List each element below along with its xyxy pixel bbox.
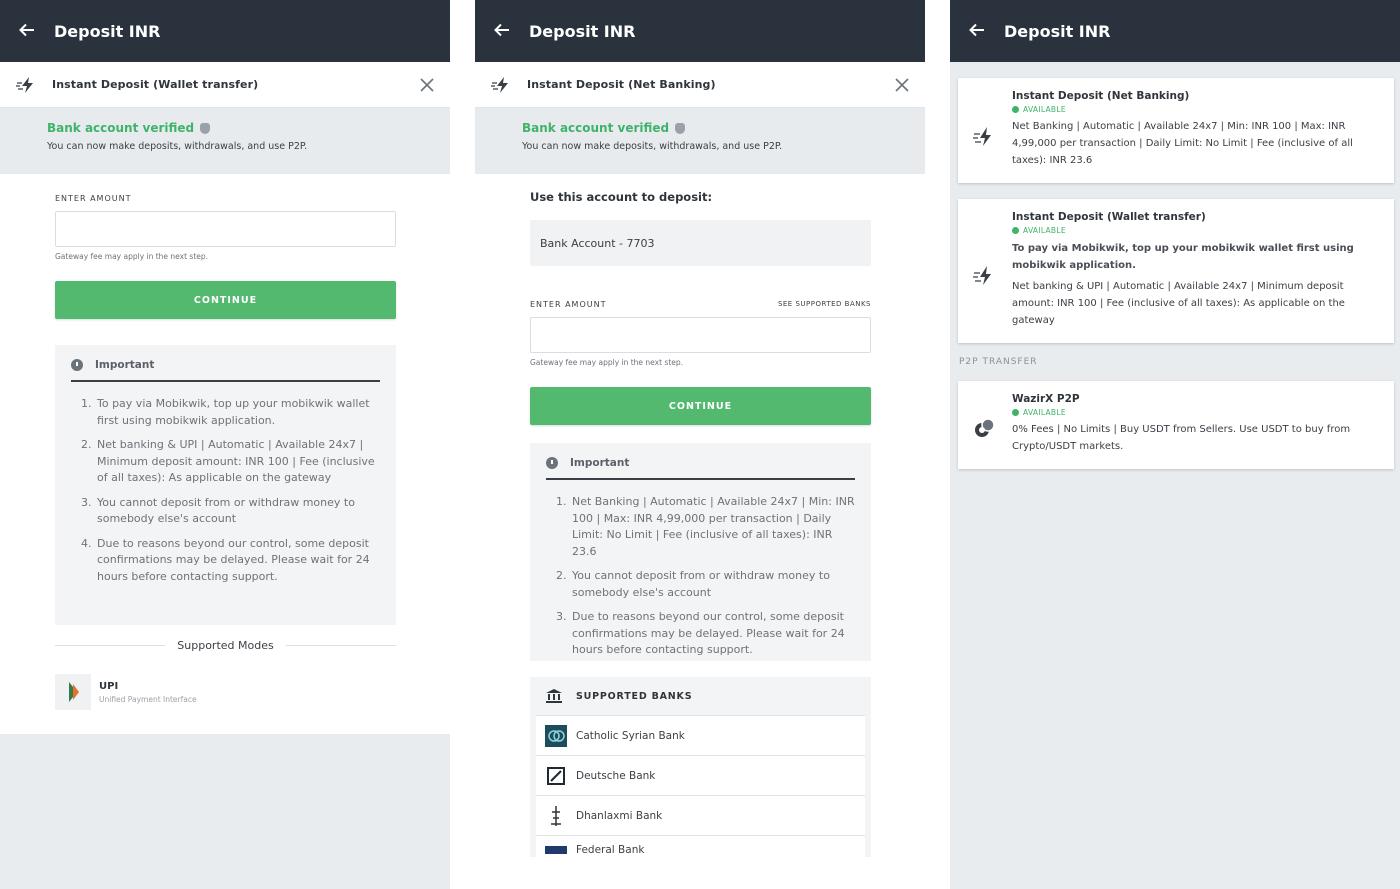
catholic-syrian-bank-logo-icon — [544, 724, 568, 747]
dhanlaxmi-bank-logo-icon — [544, 805, 568, 827]
status-dot-icon — [1012, 227, 1019, 234]
page-title: Deposit INR — [1004, 21, 1111, 41]
supported-modes-title: Supported Modes — [177, 639, 274, 652]
p2p-icon — [975, 418, 995, 437]
card-description: Net Banking | Automatic | Available 24x7… — [1012, 121, 1353, 166]
verified-banner: Bank account verified You can now make d… — [0, 108, 450, 174]
bank-name: Dhanlaxmi Bank — [576, 809, 663, 822]
banks-title: SUPPORTED BANKS — [576, 690, 693, 702]
close-icon[interactable] — [893, 76, 911, 94]
see-supported-banks-link[interactable]: SEE SUPPORTED BANKS — [778, 300, 871, 309]
deposit-mode-card-net-banking[interactable]: Instant Deposit (Net Banking) AVAILABLE … — [958, 78, 1394, 183]
important-list: To pay via Mobikwik, top up your mobikwi… — [95, 396, 380, 585]
important-title: Important — [570, 457, 630, 469]
important-box: Important To pay via Mobikwik, top up yo… — [55, 345, 396, 625]
p2p-section-header: P2P TRANSFER — [959, 357, 1038, 367]
back-arrow-icon[interactable] — [968, 21, 988, 41]
bank-name: Catholic Syrian Bank — [576, 729, 685, 742]
bank-item[interactable]: Dhanlaxmi Bank — [536, 795, 865, 835]
continue-button[interactable]: CONTINUE — [55, 281, 396, 319]
amount-label: ENTER AMOUNT — [55, 194, 132, 203]
amount-input[interactable] — [530, 317, 871, 353]
list-item: You cannot deposit from or withdraw mone… — [570, 568, 855, 601]
top-bar: Deposit INR — [0, 0, 450, 62]
gateway-note: Gateway fee may apply in the next step. — [55, 252, 209, 261]
bank-name: Federal Bank — [576, 844, 645, 856]
lightning-icon — [973, 266, 991, 285]
supported-banks-list: SUPPORTED BANKS Catholic Syrian Bank Deu… — [530, 677, 871, 857]
page-title: Deposit INR — [54, 21, 161, 41]
lightning-icon — [973, 127, 991, 146]
panel-wallet-transfer: Deposit INR Instant Deposit (Wallet tran… — [0, 0, 450, 889]
close-icon[interactable] — [418, 76, 436, 94]
bank-item[interactable]: Deutsche Bank — [536, 755, 865, 795]
list-item: To pay via Mobikwik, top up your mobikwi… — [95, 396, 380, 429]
upi-name: UPI — [99, 680, 119, 692]
important-title: Important — [95, 359, 155, 371]
status-dot-icon — [1012, 106, 1019, 113]
upi-subtitle: Unified Payment Interface — [99, 694, 197, 704]
lightning-icon — [491, 76, 508, 93]
info-icon — [71, 359, 83, 371]
list-item: You cannot deposit from or withdraw mone… — [95, 495, 380, 528]
important-box: Important Net Banking | Automatic | Avai… — [530, 443, 871, 661]
mode-title: Instant Deposit (Net Banking) — [527, 78, 716, 91]
card-description: Net banking & UPI | Automatic | Availabl… — [1012, 281, 1345, 326]
back-arrow-icon[interactable] — [493, 21, 513, 41]
use-account-label: Use this account to deposit: — [530, 190, 713, 204]
deposit-mode-card-p2p[interactable]: WazirX P2P AVAILABLE 0% Fees | No Limits… — [958, 381, 1394, 469]
info-icon — [546, 457, 558, 469]
top-bar: Deposit INR — [950, 0, 1400, 62]
gateway-note: Gateway fee may apply in the next step. — [530, 358, 684, 367]
list-item: Net Banking | Automatic | Available 24x7… — [570, 494, 855, 560]
upi-mode[interactable]: UPI Unified Payment Interface — [55, 674, 450, 710]
panel-net-banking: Deposit INR Instant Deposit (Net Banking… — [475, 0, 925, 889]
page-title: Deposit INR — [529, 21, 636, 41]
verified-title: Bank account verified — [522, 121, 670, 135]
deposit-mode-card-wallet-transfer[interactable]: Instant Deposit (Wallet transfer) AVAILA… — [958, 199, 1394, 343]
status-badge: AVAILABLE — [1023, 226, 1066, 235]
account-value: Bank Account - 7703 — [540, 236, 655, 250]
deposit-form: Use this account to deposit: Bank Accoun… — [475, 174, 925, 889]
card-title: Instant Deposit (Wallet transfer) — [1012, 211, 1206, 223]
supported-modes-divider: Supported Modes — [55, 639, 396, 652]
bank-icon — [546, 689, 562, 703]
status-badge: AVAILABLE — [1023, 105, 1066, 114]
verified-title: Bank account verified — [47, 121, 195, 135]
upi-icon — [55, 674, 91, 710]
card-title: WazirX P2P — [1012, 393, 1080, 405]
verified-subtitle: You can now make deposits, withdrawals, … — [522, 141, 783, 152]
verified-subtitle: You can now make deposits, withdrawals, … — [47, 141, 308, 152]
federal-bank-logo-icon — [544, 844, 568, 856]
mode-header: Instant Deposit (Net Banking) — [475, 62, 925, 108]
deutsche-bank-logo-icon — [544, 765, 568, 787]
mode-title: Instant Deposit (Wallet transfer) — [52, 78, 259, 91]
shield-icon — [675, 122, 686, 134]
card-note: To pay via Mobikwik, top up your mobikwi… — [1012, 243, 1354, 271]
shield-icon — [200, 122, 211, 134]
card-description: 0% Fees | No Limits | Buy USDT from Sell… — [1012, 424, 1351, 452]
list-item: Due to reasons beyond our control, some … — [570, 609, 855, 659]
status-dot-icon — [1012, 409, 1019, 416]
mode-header: Instant Deposit (Wallet transfer) — [0, 62, 450, 108]
status-badge: AVAILABLE — [1023, 408, 1066, 417]
lightning-icon — [16, 76, 33, 93]
continue-button[interactable]: CONTINUE — [530, 387, 871, 425]
important-list: Net Banking | Automatic | Available 24x7… — [570, 494, 855, 659]
bank-item[interactable]: Catholic Syrian Bank — [536, 715, 865, 755]
card-title: Instant Deposit (Net Banking) — [1012, 90, 1190, 102]
list-item: Net banking & UPI | Automatic | Availabl… — [95, 437, 380, 487]
deposit-form: ENTER AMOUNT Gateway fee may apply in th… — [0, 174, 450, 734]
amount-label: ENTER AMOUNT — [530, 300, 607, 309]
back-arrow-icon[interactable] — [18, 21, 38, 41]
verified-banner: Bank account verified You can now make d… — [475, 108, 925, 174]
panel-deposit-modes: Deposit INR Instant Deposit (Net Banking… — [950, 0, 1400, 889]
list-item: Due to reasons beyond our control, some … — [95, 536, 380, 586]
bank-name: Deutsche Bank — [576, 769, 656, 782]
account-select[interactable]: Bank Account - 7703 — [530, 220, 871, 266]
bank-item[interactable]: Federal Bank — [536, 835, 865, 857]
top-bar: Deposit INR — [475, 0, 925, 62]
amount-input[interactable] — [55, 211, 396, 247]
